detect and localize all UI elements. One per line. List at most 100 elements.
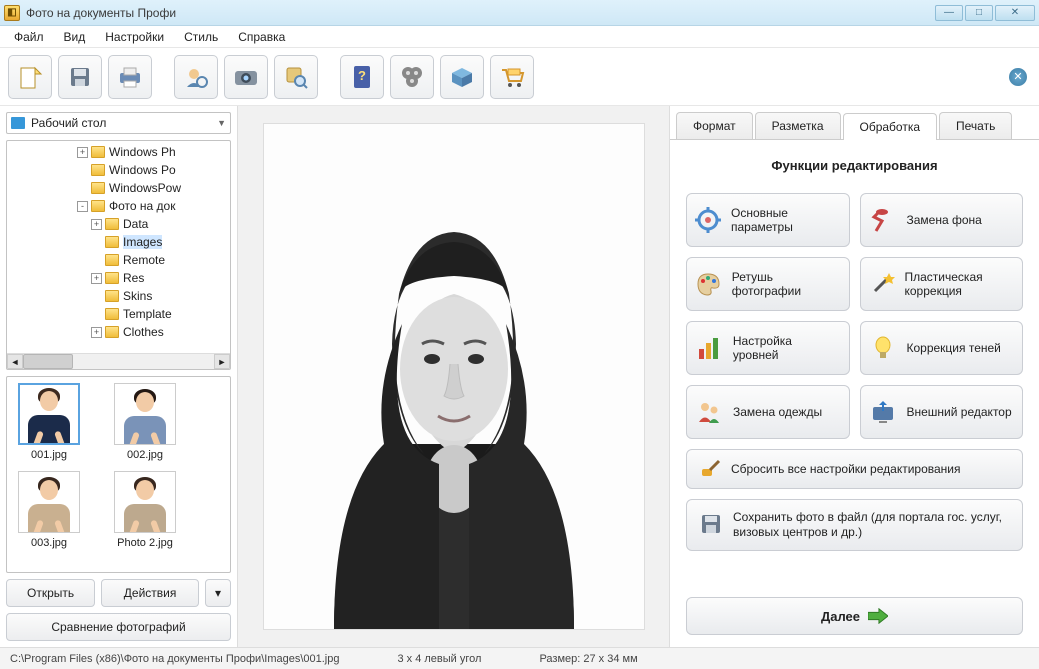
tree-item[interactable]: Images (7, 233, 230, 251)
reset-button[interactable]: Сбросить все настройки редактирования (686, 449, 1023, 489)
scroll-right[interactable]: ► (214, 354, 230, 369)
tree-item[interactable]: +Windows Ph (7, 143, 230, 161)
tree-item-label: Clothes (123, 325, 164, 339)
tab-format[interactable]: Формат (676, 112, 753, 139)
preview-image (264, 124, 644, 629)
thumbnail-image (114, 471, 176, 533)
tool-help-book[interactable]: ? (340, 55, 384, 99)
func-label: Внешний редактор (907, 405, 1012, 419)
tool-search[interactable] (274, 55, 318, 99)
status-size: Размер: 27 x 34 мм (539, 653, 637, 665)
next-button[interactable]: Далее (686, 597, 1023, 635)
tab-print[interactable]: Печать (939, 112, 1012, 139)
func-external-editor[interactable]: Внешний редактор (860, 385, 1024, 439)
func-retouch[interactable]: Ретушь фотографии (686, 257, 850, 311)
minimize-button[interactable]: — (935, 5, 963, 21)
func-label: Замена фона (907, 213, 982, 227)
tool-reel[interactable] (390, 55, 434, 99)
folder-icon (105, 326, 119, 338)
tree-scrollbar[interactable]: ◄ ► (7, 353, 230, 369)
tool-save[interactable] (58, 55, 102, 99)
tree-item-label: Data (123, 217, 148, 231)
tool-new[interactable] (8, 55, 52, 99)
monitor-arrow-icon (869, 398, 897, 426)
tree-item[interactable]: Template (7, 305, 230, 323)
func-levels[interactable]: Настройка уровней (686, 321, 850, 375)
func-plastic-correction[interactable]: Пластическая коррекция (860, 257, 1024, 311)
folder-icon (105, 272, 119, 284)
folder-selector-label: Рабочий стол (31, 116, 106, 130)
menu-file[interactable]: Файл (6, 28, 52, 46)
reset-label: Сбросить все настройки редактирования (731, 462, 961, 476)
tree-item[interactable]: WindowsPow (7, 179, 230, 197)
menu-view[interactable]: Вид (56, 28, 94, 46)
func-basic-params[interactable]: Основные параметры (686, 193, 850, 247)
maximize-button[interactable]: □ (965, 5, 993, 21)
status-crop: 3 x 4 левый угол (397, 653, 481, 665)
gear-icon (695, 206, 721, 234)
scroll-left[interactable]: ◄ (7, 354, 23, 369)
menu-settings[interactable]: Настройки (97, 28, 172, 46)
thumbnail-image (18, 383, 80, 445)
thumbnail[interactable]: 003.jpg (13, 471, 85, 549)
tree-item[interactable]: -Фото на док (7, 197, 230, 215)
folder-tree[interactable]: +Windows Ph Windows Po WindowsPow-Фото на … (6, 140, 231, 370)
tree-spacer (91, 291, 102, 302)
expand-icon[interactable]: + (91, 219, 102, 230)
tree-item-label: Windows Po (109, 163, 176, 177)
actions-button[interactable]: Действия (101, 579, 199, 607)
thumbnail[interactable]: 001.jpg (13, 383, 85, 461)
left-panel: Рабочий стол ▼ +Windows Ph Windows Po Wind… (0, 106, 238, 647)
tool-user[interactable] (174, 55, 218, 99)
close-button[interactable]: ✕ (995, 5, 1035, 21)
folder-selector[interactable]: Рабочий стол ▼ (6, 112, 231, 134)
tree-item[interactable]: + Clothes (7, 323, 230, 341)
tool-package[interactable] (440, 55, 484, 99)
panel-collapse-button[interactable]: ✕ (1009, 68, 1027, 86)
folder-icon (105, 218, 119, 230)
status-path: C:\Program Files (x86)\Фото на документы… (10, 653, 339, 665)
save-file-button[interactable]: Сохранить фото в файл (для портала гос. … (686, 499, 1023, 551)
preview-panel (238, 106, 669, 647)
thumbnail[interactable]: Photo 2.jpg (109, 471, 181, 549)
brush-icon (699, 457, 721, 482)
tab-processing[interactable]: Обработка (843, 113, 938, 140)
tree-item[interactable]: Skins (7, 287, 230, 305)
tab-layout[interactable]: Разметка (755, 112, 841, 139)
expand-icon[interactable]: + (91, 327, 102, 338)
titlebar: ◧ Фото на документы Профи — □ ✕ (0, 0, 1039, 26)
floppy-icon (699, 512, 723, 539)
svg-text:?: ? (358, 68, 366, 83)
thumbnail-label: 001.jpg (31, 449, 67, 461)
collapse-icon[interactable]: - (77, 201, 88, 212)
expand-icon[interactable]: + (91, 273, 102, 284)
menu-help[interactable]: Справка (230, 28, 293, 46)
thumbnail[interactable]: 002.jpg (109, 383, 181, 461)
func-label: Замена одежды (733, 405, 822, 419)
thumbnail-image (114, 383, 176, 445)
tool-print[interactable] (108, 55, 152, 99)
tree-item[interactable]: + Data (7, 215, 230, 233)
compare-button[interactable]: Сравнение фотографий (6, 613, 231, 641)
menu-style[interactable]: Стиль (176, 28, 226, 46)
tool-cart[interactable] (490, 55, 534, 99)
func-background-replace[interactable]: Замена фона (860, 193, 1024, 247)
thumbnail-image (18, 471, 80, 533)
thumbnail-label: 003.jpg (31, 537, 67, 549)
next-label: Далее (821, 609, 860, 624)
open-button[interactable]: Открыть (6, 579, 95, 607)
window-title: Фото на документы Профи (26, 6, 935, 20)
func-shadow-correction[interactable]: Коррекция теней (860, 321, 1024, 375)
actions-dropdown[interactable]: ▾ (205, 579, 231, 607)
func-clothes-replace[interactable]: Замена одежды (686, 385, 850, 439)
photo-preview (264, 124, 644, 629)
tree-item[interactable]: Remote (7, 251, 230, 269)
tool-camera[interactable] (224, 55, 268, 99)
tree-item[interactable]: + Res (7, 269, 230, 287)
tree-spacer (91, 255, 102, 266)
folder-icon (91, 200, 105, 212)
func-label: Коррекция теней (907, 341, 1001, 355)
tree-item[interactable]: Windows Po (7, 161, 230, 179)
tree-item-label: Res (123, 271, 144, 285)
expand-icon[interactable]: + (77, 147, 88, 158)
